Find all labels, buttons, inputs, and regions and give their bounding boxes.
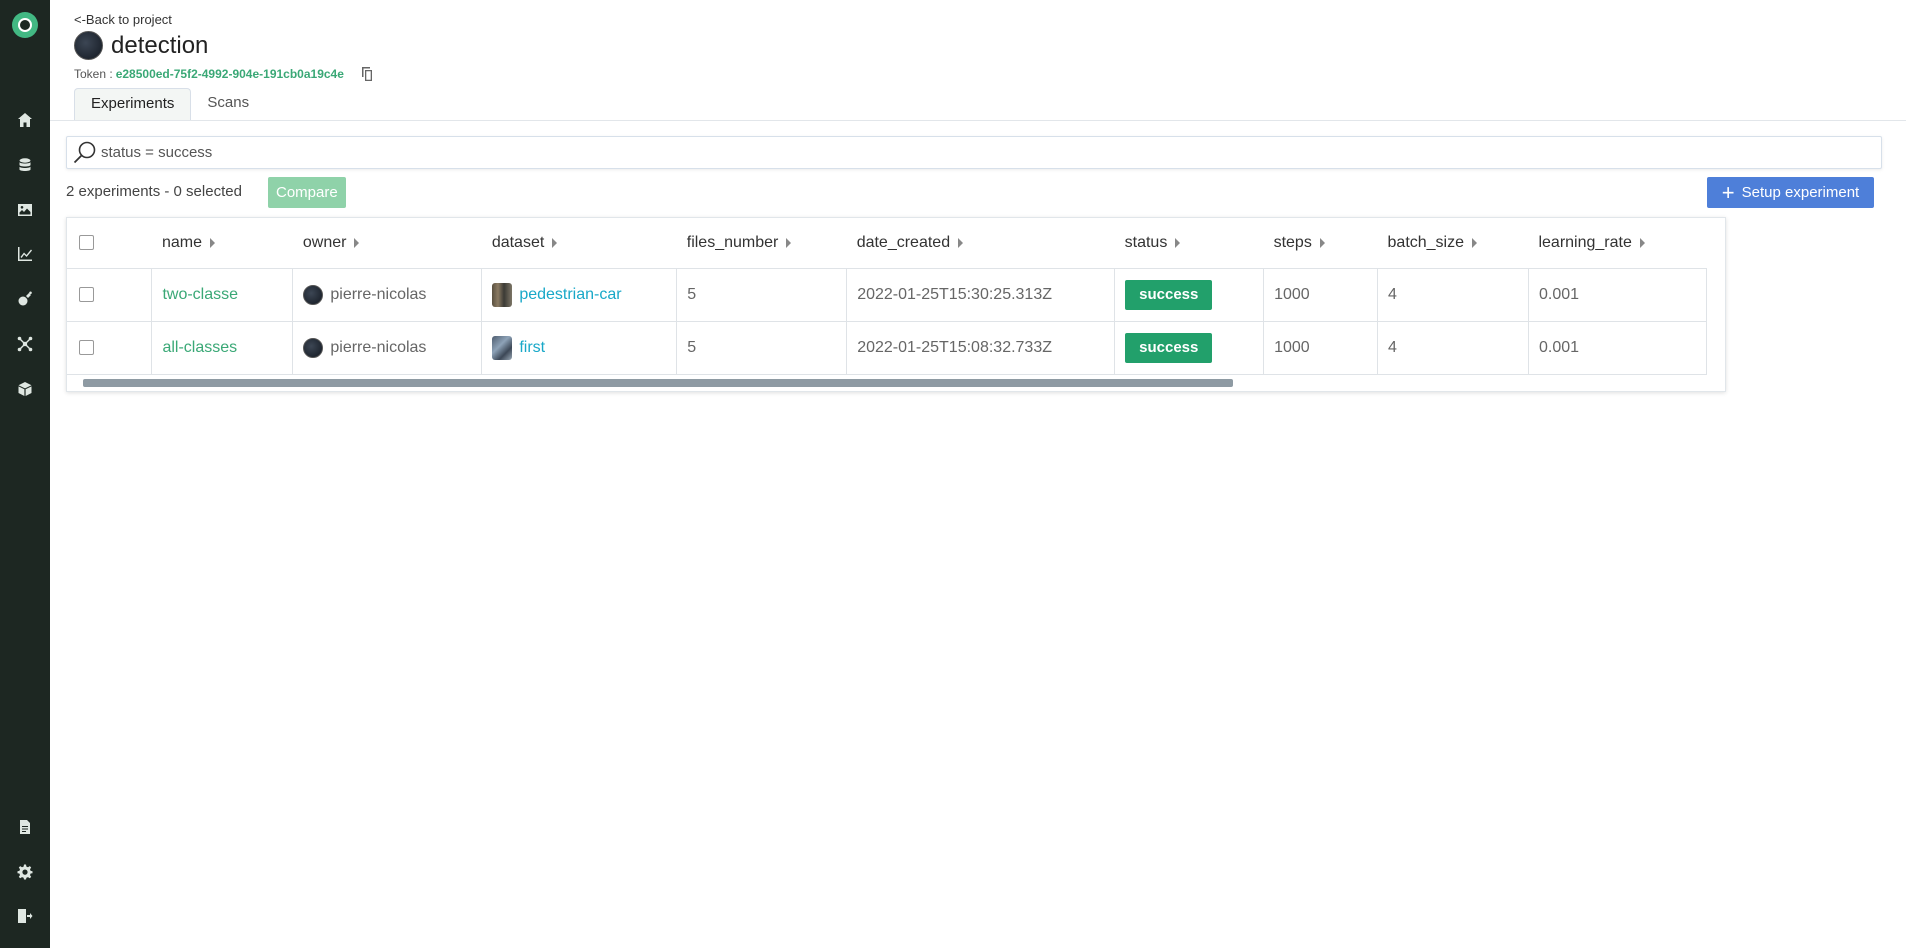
learning-rate-cell: 0.001 bbox=[1528, 321, 1708, 375]
column-header-learning-rate[interactable]: learning_rate bbox=[1528, 218, 1707, 269]
back-to-project-link[interactable]: <-Back to project bbox=[74, 12, 172, 27]
cube-icon[interactable] bbox=[15, 379, 35, 399]
column-header-date-created[interactable]: date_created bbox=[846, 218, 1115, 269]
dataset-thumbnail bbox=[492, 335, 513, 360]
image-icon[interactable] bbox=[15, 200, 35, 220]
column-header-batch-size[interactable]: batch_size bbox=[1377, 218, 1529, 269]
owner-name: pierre-nicolas bbox=[330, 285, 427, 303]
search-bar[interactable] bbox=[66, 136, 1882, 169]
files-number-cell: 5 bbox=[676, 321, 848, 375]
chart-icon[interactable] bbox=[15, 244, 35, 264]
batch-size-cell: 4 bbox=[1377, 321, 1529, 375]
page-title: detection bbox=[111, 31, 209, 59]
sort-arrow-icon[interactable] bbox=[209, 237, 215, 248]
network-icon[interactable] bbox=[15, 334, 35, 354]
sort-arrow-icon[interactable] bbox=[552, 237, 558, 248]
setup-experiment-button[interactable]: + Setup experiment bbox=[1707, 177, 1874, 208]
search-input[interactable] bbox=[101, 144, 1801, 161]
horizontal-scrollbar[interactable] bbox=[83, 379, 1233, 387]
column-header-name[interactable]: name bbox=[151, 218, 293, 269]
experiment-name-link[interactable]: two-classe bbox=[162, 286, 238, 303]
learning-rate-cell: 0.001 bbox=[1528, 268, 1708, 322]
sort-arrow-icon[interactable] bbox=[958, 237, 964, 248]
setup-experiment-label: Setup experiment bbox=[1741, 184, 1860, 201]
search-icon bbox=[71, 139, 99, 167]
token-row: Token : e28500ed-75f2-4992-904e-191cb0a1… bbox=[74, 66, 374, 82]
row-checkbox[interactable] bbox=[79, 286, 94, 302]
status-badge: success bbox=[1125, 279, 1213, 310]
token-label: Token : bbox=[74, 67, 113, 81]
token-value[interactable]: e28500ed-75f2-4992-904e-191cb0a19c4e bbox=[116, 67, 344, 81]
owner-name: pierre-nicolas bbox=[330, 338, 427, 356]
project-avatar bbox=[74, 31, 103, 60]
dataset-thumbnail bbox=[492, 282, 513, 307]
app-logo[interactable] bbox=[12, 12, 38, 38]
files-number-cell: 5 bbox=[676, 268, 848, 322]
batch-size-cell: 4 bbox=[1377, 268, 1529, 322]
table-row[interactable]: two-classe pierre-nicolas pedestrian-car… bbox=[67, 268, 1708, 322]
database-icon[interactable] bbox=[15, 155, 35, 175]
tab-divider bbox=[50, 120, 1906, 121]
row-checkbox[interactable] bbox=[79, 339, 94, 355]
table-row[interactable]: all-classes pierre-nicolas first 5 2022-… bbox=[67, 321, 1708, 375]
sort-arrow-icon[interactable] bbox=[354, 237, 360, 248]
table-header-row: name owner dataset files_number date_cre… bbox=[67, 218, 1707, 269]
plus-icon: + bbox=[1721, 179, 1735, 205]
experiment-count: 2 experiments - 0 selected bbox=[66, 183, 242, 200]
dataset-link[interactable]: first bbox=[519, 339, 545, 356]
document-icon[interactable] bbox=[15, 817, 35, 837]
logout-icon[interactable] bbox=[15, 906, 35, 926]
column-header-owner[interactable]: owner bbox=[292, 218, 482, 269]
steps-cell: 1000 bbox=[1263, 321, 1379, 375]
sort-arrow-icon[interactable] bbox=[1639, 237, 1645, 248]
avatar bbox=[303, 284, 324, 305]
experiment-name-link[interactable]: all-classes bbox=[162, 339, 237, 356]
sort-arrow-icon[interactable] bbox=[1472, 237, 1478, 248]
column-header-files-number[interactable]: files_number bbox=[676, 218, 847, 269]
column-header-steps[interactable]: steps bbox=[1263, 218, 1378, 269]
sort-arrow-icon[interactable] bbox=[786, 237, 792, 248]
sidebar bbox=[0, 0, 50, 948]
sort-arrow-icon[interactable] bbox=[1175, 237, 1181, 248]
compare-button[interactable]: Compare bbox=[268, 177, 346, 208]
satellite-icon[interactable] bbox=[15, 289, 35, 309]
status-badge: success bbox=[1125, 332, 1213, 363]
copy-icon[interactable] bbox=[358, 66, 374, 82]
project-header: detection bbox=[74, 31, 208, 60]
sort-arrow-icon[interactable] bbox=[1319, 237, 1325, 248]
tab-scans[interactable]: Scans bbox=[191, 88, 265, 120]
gear-icon[interactable] bbox=[15, 862, 35, 882]
dataset-link[interactable]: pedestrian-car bbox=[519, 286, 621, 303]
experiments-table: name owner dataset files_number date_cre… bbox=[66, 217, 1726, 392]
date-created-cell: 2022-01-25T15:08:32.733Z bbox=[846, 321, 1116, 375]
home-icon[interactable] bbox=[15, 110, 35, 130]
avatar bbox=[303, 337, 324, 358]
column-header-dataset[interactable]: dataset bbox=[481, 218, 677, 269]
column-header-status[interactable]: status bbox=[1114, 218, 1264, 269]
tab-experiments[interactable]: Experiments bbox=[74, 88, 192, 120]
tab-bar: Experiments Scans bbox=[74, 88, 265, 120]
steps-cell: 1000 bbox=[1263, 268, 1379, 322]
select-all-checkbox[interactable] bbox=[79, 235, 94, 251]
date-created-cell: 2022-01-25T15:30:25.313Z bbox=[846, 268, 1116, 322]
